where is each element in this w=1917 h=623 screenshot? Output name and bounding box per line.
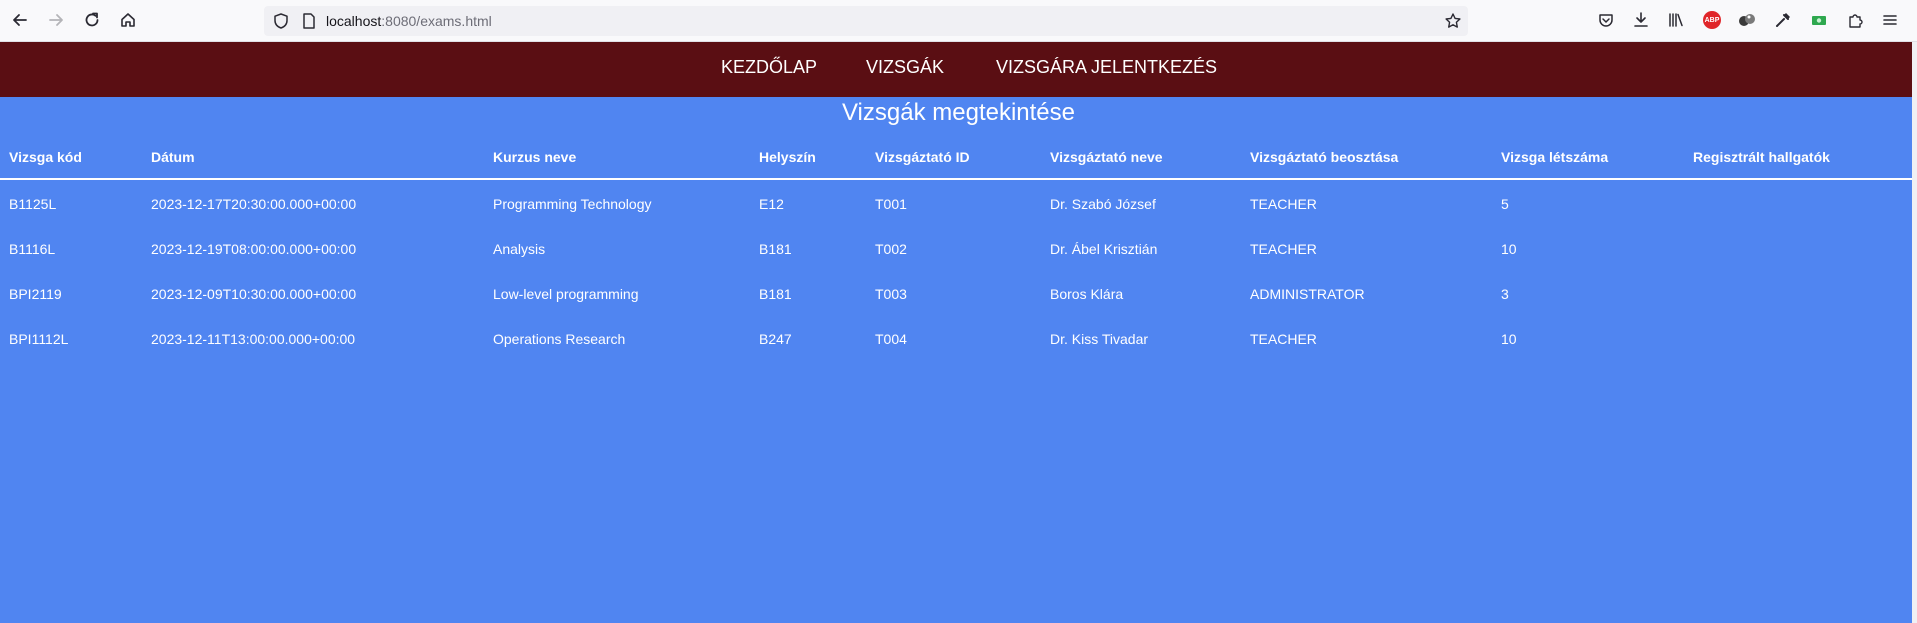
adblock-plus-icon[interactable]: ABP [1700,8,1724,32]
nav-link-exams[interactable]: VIZSGÁK [866,57,944,78]
page-icon[interactable] [300,12,318,35]
cell-exam-code: B1116L [9,241,56,257]
site-navbar: KEZDŐLAP VIZSGÁK VIZSGÁRA JELENTKEZÉS [0,42,1917,97]
url-bar[interactable]: localhost:8080/exams.html [264,6,1468,36]
download-icon[interactable] [1629,8,1653,32]
col-header-location: Helyszín [759,149,816,165]
cell-examiner-id: T003 [875,286,907,302]
col-header-examiner-role: Vizsgáztató beosztása [1250,149,1399,165]
cell-exam-capacity: 10 [1501,331,1517,347]
cell-examiner-name: Dr. Kiss Tivadar [1050,331,1149,347]
cell-examiner-name: Boros Klára [1050,286,1124,302]
cell-exam-code: BPI2119 [9,286,62,302]
url-host: localhost [326,13,382,29]
cell-examiner-role: TEACHER [1250,196,1317,212]
page-title: Vizsgák megtekintése [841,99,1075,126]
money-extension-icon[interactable] [1807,8,1831,32]
cell-examiner-id: T002 [875,241,907,257]
back-arrow-icon[interactable] [8,8,32,32]
cell-examiner-name: Dr. Szabó József [1050,196,1156,212]
nav-link-home[interactable]: KEZDŐLAP [721,57,817,78]
cell-examiner-id: T004 [875,331,907,347]
scrollbar[interactable] [1912,42,1917,623]
col-header-registered-students: Regisztrált hallgatók [1693,149,1830,165]
cell-exam-capacity: 5 [1501,196,1509,212]
extensions-puzzle-icon[interactable] [1843,8,1867,32]
cell-location: B181 [759,286,792,302]
cell-examiner-role: TEACHER [1250,241,1317,257]
nav-link-exam-registration[interactable]: VIZSGÁRA JELENTKEZÉS [996,57,1217,78]
cell-date: 2023-12-09T10:30:00.000+00:00 [151,286,357,302]
cell-location: B247 [759,331,792,347]
forward-arrow-icon[interactable] [44,8,68,32]
home-icon[interactable] [116,8,140,32]
cell-examiner-role: TEACHER [1250,331,1317,347]
col-header-examiner-id: Vizsgáztató ID [875,149,970,165]
cell-exam-code: BPI1112L [9,331,69,347]
cell-exam-capacity: 3 [1501,286,1509,302]
col-header-examiner-name: Vizsgáztató neve [1050,149,1163,165]
star-bookmark-icon[interactable] [1444,12,1462,35]
cell-date: 2023-12-11T13:00:00.000+00:00 [151,331,356,347]
cell-course-name: Low-level programming [493,286,639,302]
eyedropper-icon[interactable] [1771,8,1795,32]
cell-exam-code: B1125L [9,196,57,212]
cell-location: B181 [759,241,792,257]
cell-course-name: Operations Research [493,331,626,347]
url-text[interactable]: localhost:8080/exams.html [326,13,492,29]
hamburger-menu-icon[interactable] [1878,8,1902,32]
library-icon[interactable] [1664,8,1688,32]
cell-examiner-name: Dr. Ábel Krisztián [1050,241,1158,257]
browser-toolbar: localhost:8080/exams.html ABP [0,0,1917,42]
cell-examiner-id: T001 [875,196,907,212]
header-divider [0,178,1912,180]
cell-date: 2023-12-19T08:00:00.000+00:00 [151,241,357,257]
col-header-exam-code: Vizsga kód [9,149,82,165]
shield-icon[interactable] [272,12,290,35]
col-header-date: Dátum [151,149,195,165]
cell-exam-capacity: 10 [1501,241,1517,257]
url-path: :8080/exams.html [381,13,492,29]
adblock-badge: ABP [1703,11,1721,29]
extension-balls-icon[interactable] [1735,8,1759,32]
cell-course-name: Analysis [493,241,546,257]
reload-icon[interactable] [80,8,104,32]
col-header-exam-capacity: Vizsga létszáma [1501,149,1609,165]
pocket-icon[interactable] [1594,8,1618,32]
cell-examiner-role: ADMINISTRATOR [1250,286,1365,302]
cell-location: E12 [759,196,784,212]
col-header-course-name: Kurzus neve [493,149,577,165]
cell-date: 2023-12-17T20:30:00.000+00:00 [151,196,357,212]
cell-course-name: Programming Technology [493,196,652,212]
